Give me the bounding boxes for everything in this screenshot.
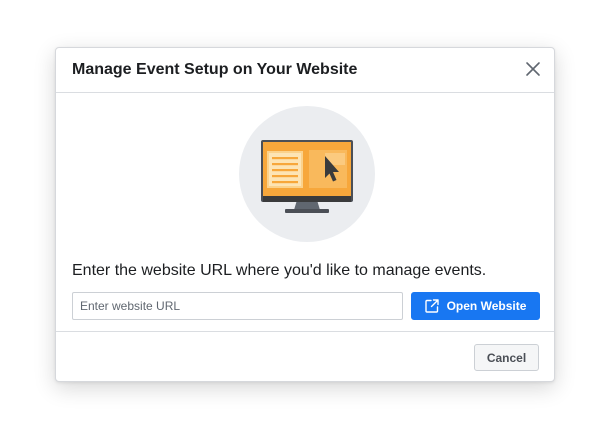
- dialog-title: Manage Event Setup on Your Website: [72, 61, 358, 78]
- close-icon: [526, 62, 540, 76]
- dialog-header: Manage Event Setup on Your Website: [56, 48, 554, 93]
- website-url-input[interactable]: [72, 292, 403, 320]
- close-button[interactable]: [522, 58, 544, 80]
- manage-event-setup-dialog: Manage Event Setup on Your Website Enter…: [55, 47, 555, 382]
- cancel-button[interactable]: Cancel: [474, 344, 539, 371]
- url-prompt-text: Enter the website URL where you'd like t…: [72, 262, 487, 279]
- desktop-illustration: [239, 106, 375, 242]
- dialog-footer: Cancel: [56, 331, 554, 383]
- open-website-label: Open Website: [446, 299, 527, 313]
- external-link-icon: [424, 299, 439, 313]
- open-website-button[interactable]: Open Website: [411, 292, 540, 320]
- desktop-monitor-cursor-icon: [239, 106, 375, 242]
